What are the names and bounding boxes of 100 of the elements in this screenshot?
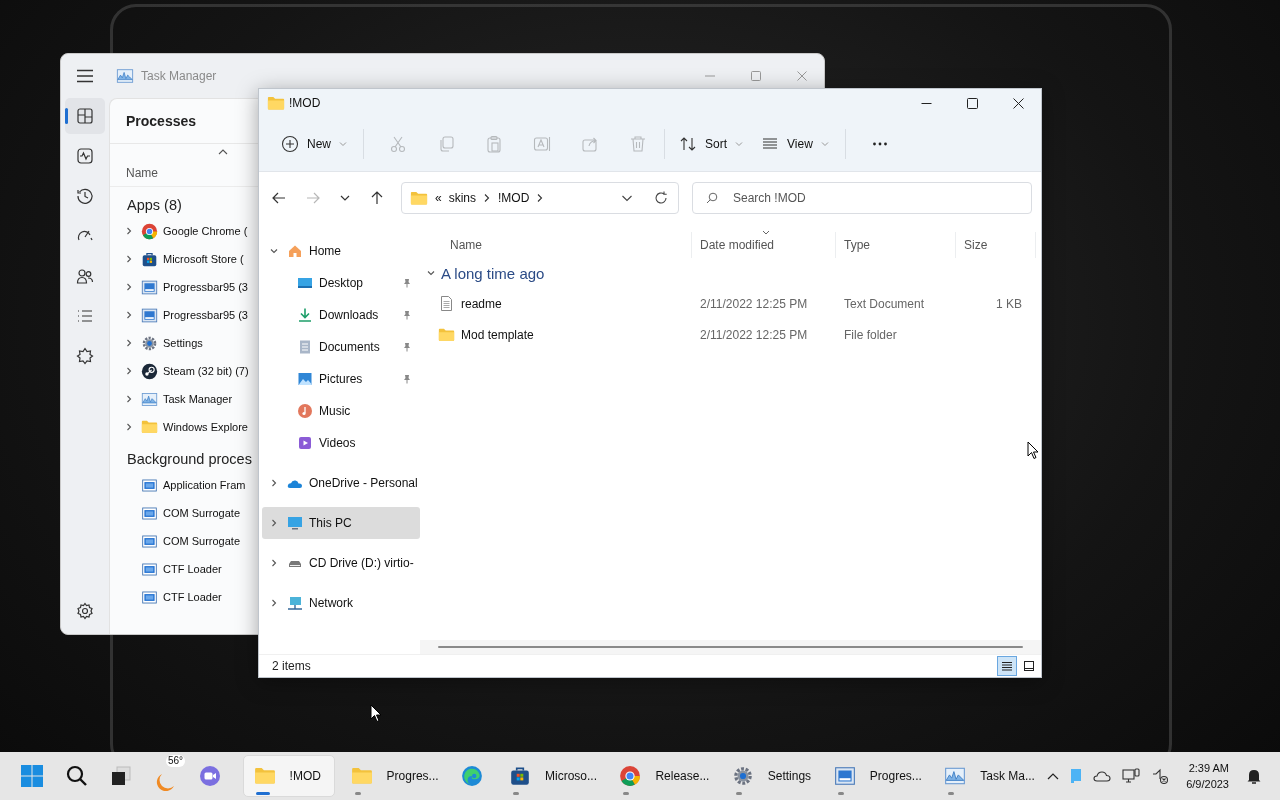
group-header[interactable]: A long time ago bbox=[420, 258, 1041, 288]
nav-pane-item[interactable]: OneDrive - Personal bbox=[262, 467, 420, 499]
process-row[interactable]: Task Manager bbox=[110, 385, 256, 413]
process-row[interactable]: Application Fram bbox=[110, 471, 256, 499]
column-header[interactable]: Name bbox=[420, 232, 692, 258]
sort-ascending-icon[interactable] bbox=[217, 148, 229, 156]
folder-icon bbox=[141, 420, 158, 434]
network-icon[interactable] bbox=[1122, 768, 1141, 784]
scrollbar[interactable] bbox=[438, 646, 1023, 648]
settings-icon bbox=[731, 765, 754, 787]
caret-icon bbox=[820, 141, 829, 147]
app-window-icon bbox=[141, 306, 158, 324]
taskbar-app-button[interactable]: !MOD bbox=[242, 755, 335, 797]
app-window-icon bbox=[141, 504, 158, 522]
process-row[interactable]: COM Surrogate bbox=[110, 527, 256, 555]
chevron-right-icon[interactable] bbox=[269, 478, 279, 488]
column-header[interactable]: Date modified bbox=[692, 232, 836, 258]
process-row[interactable]: CTF Loader bbox=[110, 583, 256, 611]
process-row[interactable]: Google Chrome ( bbox=[110, 217, 256, 245]
item-count: 2 items bbox=[272, 659, 311, 673]
refresh-icon[interactable] bbox=[654, 191, 668, 205]
start-icon[interactable] bbox=[20, 764, 44, 788]
chevron-right-icon[interactable] bbox=[124, 310, 134, 320]
breadcrumb-item[interactable]: !MOD bbox=[498, 191, 530, 205]
new-button[interactable]: New bbox=[277, 129, 351, 159]
file-row[interactable]: readme 2/11/2022 12:25 PM Text Document 1 KB bbox=[420, 288, 1041, 319]
column-header[interactable]: Name bbox=[126, 166, 158, 180]
process-row[interactable]: Microsoft Store ( bbox=[110, 245, 256, 273]
process-name: Steam (32 bit) (7) bbox=[163, 365, 249, 377]
taskbar-app-button[interactable]: Release... bbox=[609, 756, 716, 796]
task-view-icon[interactable] bbox=[110, 765, 132, 787]
chevron-right-icon[interactable] bbox=[124, 338, 134, 348]
taskbar-app-button[interactable]: Task Ma... bbox=[934, 756, 1042, 796]
process-name: Task Manager bbox=[163, 393, 233, 405]
chevron-right-icon bbox=[483, 193, 492, 203]
breadcrumb-item[interactable]: skins bbox=[448, 191, 477, 205]
nav-pane-item[interactable]: Pictures bbox=[262, 363, 420, 395]
search-field[interactable]: Search !MOD bbox=[692, 182, 1032, 214]
chevron-right-icon[interactable] bbox=[124, 394, 134, 404]
up-icon[interactable] bbox=[369, 190, 385, 206]
nav-pane-item[interactable]: CD Drive (D:) virtio- bbox=[262, 547, 420, 579]
process-row[interactable]: Progressbar95 (3 bbox=[110, 301, 256, 329]
settings-icon[interactable] bbox=[76, 602, 94, 620]
nav-pane-item[interactable]: Network bbox=[262, 587, 420, 619]
back-icon[interactable] bbox=[271, 190, 287, 206]
cloud-icon[interactable] bbox=[1093, 770, 1112, 782]
nav-pane-item[interactable]: Downloads bbox=[262, 299, 420, 331]
nav-pane-item[interactable]: Home bbox=[262, 235, 420, 267]
nav-tab[interactable] bbox=[65, 98, 105, 134]
taskbar-app-button[interactable]: Progres... bbox=[823, 756, 929, 796]
taskbar-app-button[interactable]: Progres... bbox=[340, 756, 445, 796]
address-bar[interactable]: « skins !MOD bbox=[401, 182, 679, 214]
nav-pane-item[interactable]: This PC bbox=[262, 507, 420, 539]
nav-pane-item[interactable]: Documents bbox=[262, 331, 420, 363]
process-row[interactable]: Progressbar95 (3 bbox=[110, 273, 256, 301]
chevron-right-icon[interactable] bbox=[124, 282, 134, 292]
file-name: Mod template bbox=[461, 327, 534, 342]
chrome-icon bbox=[619, 765, 642, 787]
overflow-crumb[interactable]: « bbox=[435, 191, 442, 205]
taskbar-app-button[interactable]: Microso... bbox=[499, 756, 604, 796]
taskbar-app-button[interactable]: Settings bbox=[721, 756, 818, 796]
nav-pane-item[interactable]: Desktop bbox=[262, 267, 420, 299]
column-header[interactable]: Size bbox=[956, 232, 1036, 258]
chevron-right-icon[interactable] bbox=[124, 254, 134, 264]
chevron-right-icon[interactable] bbox=[269, 598, 279, 608]
chevron-right-icon[interactable] bbox=[124, 226, 134, 236]
chevron-down-icon[interactable] bbox=[426, 268, 436, 278]
chevron-right-icon[interactable] bbox=[124, 422, 134, 432]
chevron-down-icon[interactable] bbox=[269, 246, 279, 256]
process-row[interactable]: Steam (32 bit) (7) bbox=[110, 357, 256, 385]
process-row[interactable]: Windows Explore bbox=[110, 413, 256, 441]
chevron-up-icon[interactable] bbox=[1047, 772, 1060, 780]
chevron-right-icon bbox=[536, 193, 545, 203]
file-name: readme bbox=[461, 296, 502, 311]
chevron-right-icon[interactable] bbox=[269, 518, 279, 528]
speaker-muted-icon[interactable] bbox=[1151, 768, 1170, 784]
chevron-right-icon[interactable] bbox=[269, 558, 279, 568]
close-icon[interactable] bbox=[1012, 97, 1024, 109]
dropdown-icon[interactable] bbox=[621, 193, 633, 203]
notification-bell-icon[interactable] bbox=[1246, 767, 1262, 785]
chevron-right-icon[interactable] bbox=[124, 366, 134, 376]
nav-pane-item[interactable]: Videos bbox=[262, 427, 420, 459]
view-button[interactable]: View bbox=[757, 129, 833, 159]
column-header[interactable]: Type bbox=[836, 232, 956, 258]
process-row[interactable]: CTF Loader bbox=[110, 555, 256, 583]
process-row[interactable]: COM Surrogate bbox=[110, 499, 256, 527]
nav-pane-item[interactable]: Music bbox=[262, 395, 420, 427]
sort-button[interactable]: Sort bbox=[675, 129, 748, 159]
clock[interactable]: 2:39 AM 6/9/2023 bbox=[1186, 760, 1229, 792]
maximize-icon[interactable] bbox=[966, 97, 978, 109]
menu-icon[interactable] bbox=[76, 69, 94, 83]
process-row[interactable]: Settings bbox=[110, 329, 256, 357]
type-cell-text: File folder bbox=[843, 327, 898, 342]
search-icon[interactable] bbox=[66, 765, 88, 787]
chat-icon[interactable] bbox=[198, 765, 221, 787]
file-row[interactable]: Mod template 2/11/2022 12:25 PM File folder bbox=[420, 319, 1041, 350]
weather-widget[interactable]: 56° bbox=[154, 754, 187, 798]
details-view-button[interactable] bbox=[997, 656, 1017, 676]
sort-descending-icon bbox=[762, 230, 770, 235]
window-title: Task Manager bbox=[141, 69, 217, 83]
